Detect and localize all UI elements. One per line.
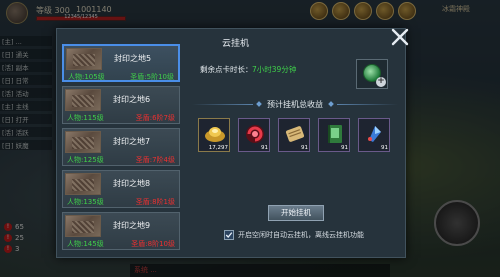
level-requirement: 人物:135级 [67,198,104,206]
map-name-label: 封印之地6 [113,95,151,104]
checkmark-icon [225,232,233,238]
start-afk-button[interactable]: 开始挂机 [268,205,324,221]
map-thumbnail [65,215,101,237]
shield-requirement: 圣盾:8阶10级 [131,240,175,248]
level-requirement: 人物:115级 [67,114,104,122]
auto-afk-checkbox[interactable] [224,230,234,240]
level-requirement: 人物:145级 [67,240,104,248]
remaining-time-value: 7小时39分钟 [252,65,297,74]
map-name-label: 封印之地5 [114,54,152,63]
green-book-icon [328,125,342,143]
red-gem-icon [246,125,264,143]
shield-requirement: 圣盾:6阶7级 [135,114,175,122]
reward-count: 17,297 [208,145,228,151]
close-icon [391,28,409,46]
shield-requirement: 圣盾:7阶4级 [135,156,175,164]
map-item[interactable]: 封印之地6 人物:115级 圣盾:6阶7级 [62,86,180,124]
map-item[interactable]: 封印之地8 人物:135级 圣盾:8阶1级 [62,170,180,208]
level-requirement: 人物:105级 [68,73,105,81]
divider-line [337,103,398,105]
auto-afk-label: 开启空闲时自动云挂机，离线云挂机功能 [238,231,364,239]
reward-slot[interactable]: 17,297 [198,118,230,152]
reward-count: 91 [381,145,388,151]
map-name-label: 封印之地7 [113,137,151,146]
plus-icon: + [376,76,386,87]
reward-count: 91 [341,145,348,151]
map-name-label: 封印之地9 [113,221,151,230]
rewards-header: 预计挂机总收益 [192,97,398,111]
shield-requirement: 圣盾:5阶10级 [130,73,174,81]
map-item[interactable]: 封印之地7 人物:125级 圣盾:7阶4级 [62,128,180,166]
reward-slot[interactable]: 91 [278,118,310,152]
scroll-icon [285,126,305,142]
auto-afk-option: 开启空闲时自动云挂机，离线云挂机功能 [224,230,364,240]
reward-slot[interactable]: 91 [358,118,390,152]
shield-requirement: 圣盾:8阶1级 [135,198,175,206]
map-item[interactable]: 封印之地9 人物:145级 圣盾:8阶10级 [62,212,180,250]
map-item[interactable]: 封印之地5 人物:105级 圣盾:5阶10级 [62,44,180,82]
close-button[interactable] [387,24,413,50]
rewards-title: 预计挂机总收益 [267,99,323,109]
reward-list: 17,297 91 91 91 91 [198,118,394,156]
remaining-time-label: 剩余点卡时长： [200,65,253,74]
map-thumbnail [65,89,101,111]
reward-count: 91 [301,145,308,151]
reward-slot[interactable]: 91 [318,118,350,152]
level-requirement: 人物:125级 [67,156,104,164]
reward-slot[interactable]: 91 [238,118,270,152]
blue-crystal-icon [368,126,381,142]
map-name-label: 封印之地8 [113,179,151,188]
divider-line [192,103,253,105]
map-thumbnail [65,173,101,195]
diamond-ornament-icon [256,101,262,107]
reward-count: 91 [261,145,268,151]
gold-ingot-icon [205,127,225,142]
dialog-title: 云挂机 [222,39,250,49]
add-time-card-button[interactable]: + [356,59,388,89]
map-list[interactable]: 封印之地5 人物:105级 圣盾:5阶10级 封印之地6 人物:115级 圣盾:… [62,44,186,256]
diamond-ornament-icon [328,101,334,107]
map-thumbnail [66,48,102,70]
map-thumbnail [65,131,101,153]
